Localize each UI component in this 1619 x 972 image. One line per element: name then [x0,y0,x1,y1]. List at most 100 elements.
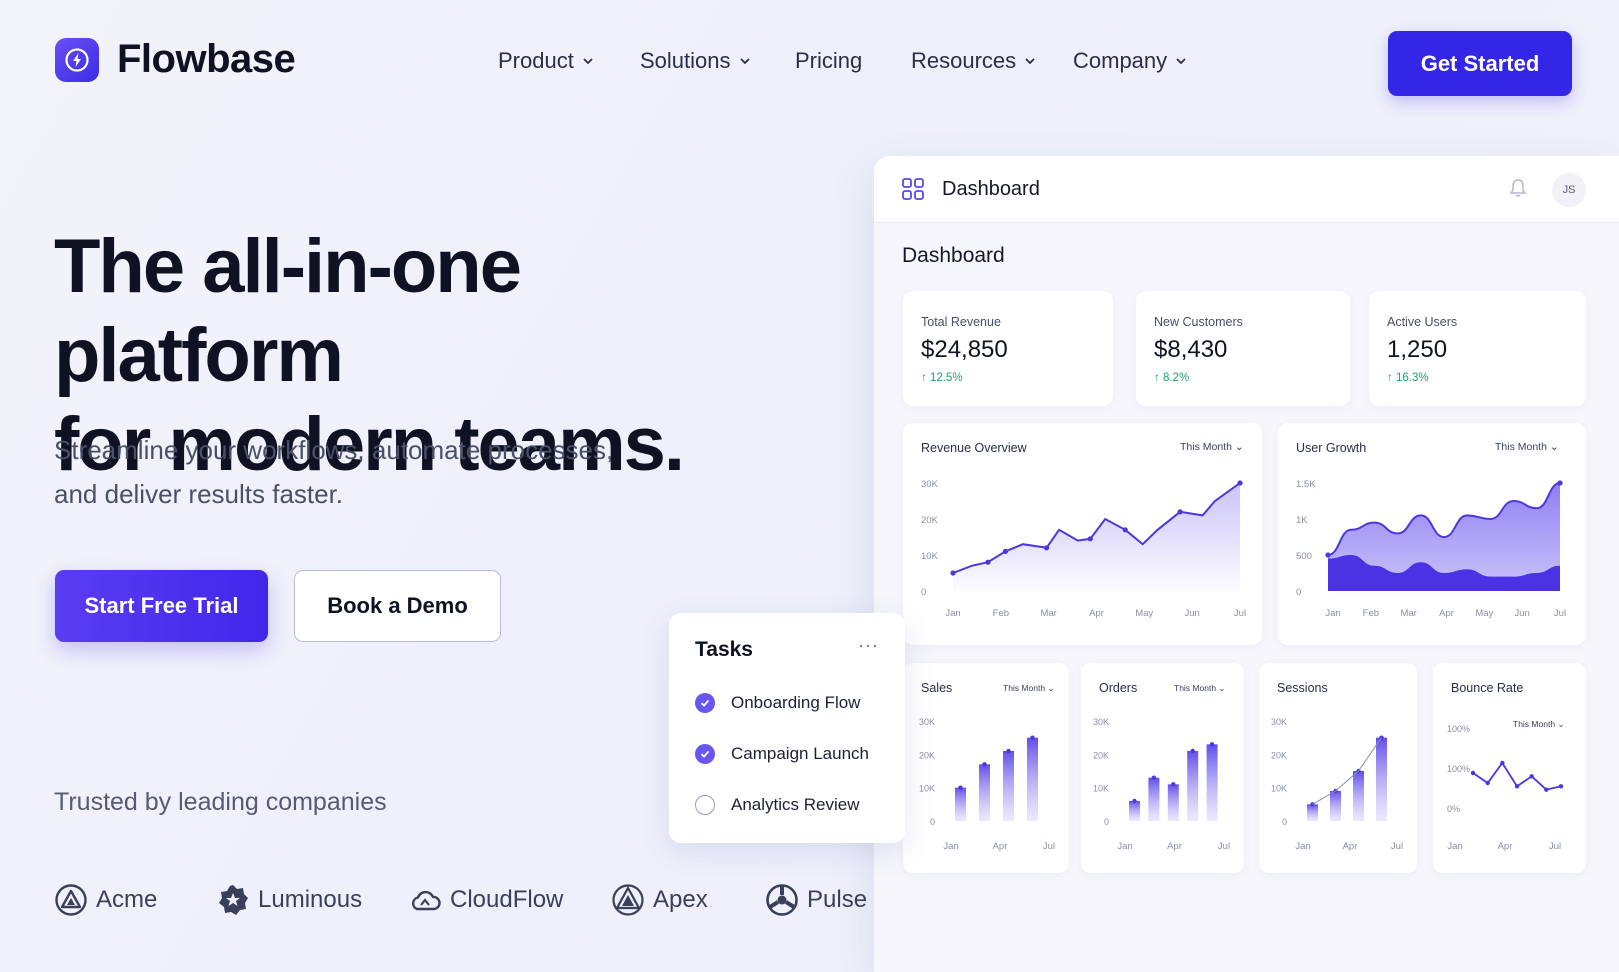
y-tick-label: 1K [1296,515,1308,526]
x-tick-label: Jan [1117,841,1132,852]
hero-subtitle: Streamline your workflows, automate proc… [54,428,674,516]
x-tick-label: Jan [1325,608,1340,619]
hero-subtitle-line: and deliver results faster. [54,479,344,509]
empty-circle-icon[interactable] [695,795,715,815]
sessions-card: Sessions 30K 20K 10K 0 Jan Apr Jul [1259,663,1417,873]
data-point [1529,774,1534,779]
sales-bar-chart: 30K 20K 10K 0 Jan Apr Jul [919,717,1055,852]
nav-label: Resources [911,48,1017,73]
bar-cap [1190,748,1195,754]
x-tick-label: Feb [993,608,1009,619]
checked-circle-icon[interactable] [695,744,715,764]
orders-bar-chart: 30K 20K 10K 0 Jan Apr Jul [1093,717,1230,852]
kpi-delta: ↑ 16.3% [1387,372,1429,384]
x-tick-label: Apr [993,841,1008,852]
bar [1167,784,1179,821]
x-tick-label: Jul [1549,841,1561,852]
y-tick-label: 10K [1271,784,1287,794]
get-started-button[interactable]: Get Started [1388,31,1572,96]
brand-logo[interactable]: Flowbase [55,37,296,82]
dashboard-preview: Dashboard JS Dashboard Total Revenue $24… [874,156,1619,972]
y-tick-label: 0 [1104,817,1109,827]
x-tick-label: Jul [1043,841,1055,852]
kpi-card-revenue: Total Revenue $24,850 ↑ 12.5% [903,291,1113,406]
x-tick-label: Jan [943,841,958,852]
acme-logo-icon [55,884,87,916]
bolt-icon [55,37,99,82]
task-item[interactable]: Campaign Launch [695,744,869,764]
data-point [1002,548,1009,554]
nav-label: Pricing [795,48,863,73]
task-item[interactable]: Analytics Review [695,795,860,815]
task-label: Onboarding Flow [731,693,861,712]
nav-label: Product [498,48,574,73]
partner-name: Apex [653,886,708,913]
x-tick-label: Apr [1498,841,1513,852]
book-demo-button[interactable]: Book a Demo [294,570,501,642]
chevron-down-icon [1176,58,1186,65]
luminous-logo-icon [219,885,248,915]
data-point [950,570,956,576]
kpi-delta: ↑ 8.2% [1154,372,1190,384]
bell-icon[interactable] [1509,178,1527,198]
x-tick-label: May [1135,608,1153,619]
nav-item-company[interactable]: Company [1073,48,1187,74]
sessions-bar-chart: 30K 20K 10K 0 Jan Apr Jul [1271,717,1403,852]
bar [1307,804,1318,821]
data-point [1485,780,1490,786]
x-tick-label: Feb [1363,608,1379,619]
kpi-delta-value: 16.3% [1395,372,1429,384]
x-tick-label: Apr [1439,608,1454,619]
bar [955,787,966,821]
dashboard-app-title: Dashboard [942,177,1040,200]
partner-name: Acme [96,886,158,913]
nav-item-product[interactable]: Product [498,48,594,74]
bounce-rate-card: Bounce Rate This Month ⌄ 100% 100% 0% Jan Ap… [1433,663,1586,873]
task-item[interactable]: Onboarding Flow [695,693,860,713]
x-tick-label: Jun [1515,608,1530,619]
x-tick-label: Jun [1185,608,1200,619]
y-tick-label: 10K [1093,784,1109,794]
orders-card: Orders This Month ⌄ 30K 20K 10K 0 Jan Apr Jul [1081,663,1244,873]
data-point [1544,787,1549,792]
x-tick-label: Jan [945,608,960,619]
kpi-value: 1,250 [1387,336,1448,363]
partner-logo-acme: Acme [54,883,157,917]
dashboard-topbar: Dashboard JS [874,156,1619,223]
data-point [1122,527,1128,533]
nav-item-resources[interactable]: Resources [911,48,1036,74]
hero-title-line: The all-in-one platform [54,224,522,398]
bar [1376,737,1387,821]
checked-circle-icon[interactable] [695,693,715,713]
data-point [1325,552,1331,558]
data-point [985,559,991,565]
x-tick-label: Apr [1167,841,1182,852]
revenue-line-chart: 30K 20K 10K 0 Jan Feb Mar Apr May Jun Jul [921,479,1246,619]
partner-logo-apex: Apex [611,883,708,917]
chevron-down-icon [1025,58,1035,65]
bar-cap [1006,748,1011,754]
nav-item-pricing[interactable]: Pricing [795,48,862,74]
bar-cap [1030,735,1035,740]
y-tick-label: 30K [1093,717,1109,727]
y-tick-label: 500 [1296,551,1312,562]
more-options-icon[interactable]: ··· [858,635,879,656]
bounce-rate-line-chart: 100% 100% 0% Jan Apr Jul [1447,724,1564,852]
y-tick-label: 20K [1271,750,1287,760]
partner-logo-cloudflow: CloudFlow [408,883,563,917]
bar [1187,751,1199,821]
nav-item-solutions[interactable]: Solutions [640,48,751,74]
kpi-delta: ↑ 12.5% [921,372,963,384]
user-growth-area-chart: 1.5K 1K 500 0 Jan Feb Mar Apr May Jun Jul [1296,479,1566,619]
data-point [1514,784,1520,789]
start-free-trial-button[interactable]: Start Free Trial [55,570,268,642]
data-point [1087,536,1093,542]
avatar[interactable]: JS [1552,173,1586,207]
y-tick-label: 0 [921,587,926,598]
tasks-card: Tasks ··· Onboarding Flow Campaign Launc… [669,613,905,843]
kpi-label: Total Revenue [921,315,1001,329]
y-tick-label: 20K [919,750,935,760]
x-tick-label: Apr [1089,608,1104,619]
nav-label: Solutions [640,48,731,73]
brand-name: Flowbase [117,37,296,81]
